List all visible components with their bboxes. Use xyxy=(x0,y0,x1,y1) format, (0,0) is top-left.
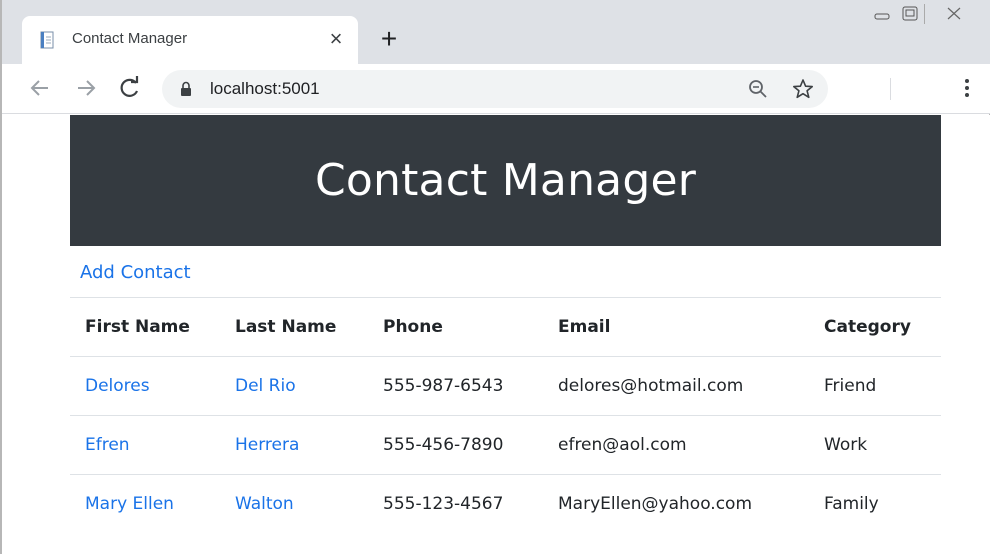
email-cell: MaryEllen@yahoo.com xyxy=(543,474,809,534)
category-cell: Family xyxy=(809,474,941,534)
window-controls xyxy=(868,4,990,28)
category-cell: Work xyxy=(809,415,941,475)
category-cell: Friend xyxy=(809,356,941,416)
table-row: Delores Del Rio 555-987-6543 delores@hot… xyxy=(70,356,941,416)
window-close-button[interactable] xyxy=(924,4,984,24)
column-header-email: Email xyxy=(543,297,809,357)
column-header-first-name: First Name xyxy=(70,297,220,357)
browser-window: Contact Manager × + localhost:5001 Conta… xyxy=(0,0,990,554)
first-name-link[interactable]: Delores xyxy=(85,376,150,396)
toolbar-divider xyxy=(890,78,891,100)
new-tab-button[interactable]: + xyxy=(376,25,402,53)
email-cell: delores@hotmail.com xyxy=(543,356,809,416)
last-name-cell: Walton xyxy=(220,474,368,534)
last-name-cell: Herrera xyxy=(220,415,368,475)
address-bar[interactable]: localhost:5001 xyxy=(162,70,828,108)
browser-toolbar: localhost:5001 xyxy=(2,64,990,114)
bookmark-star-icon[interactable] xyxy=(792,78,814,100)
tab-strip: Contact Manager × + xyxy=(2,0,990,64)
last-name-link[interactable]: Del Rio xyxy=(235,376,296,396)
restore-button[interactable] xyxy=(896,4,924,24)
last-name-link[interactable]: Herrera xyxy=(235,435,299,455)
forward-arrow-icon[interactable] xyxy=(72,74,100,102)
phone-cell: 555-123-4567 xyxy=(368,474,543,534)
reload-icon[interactable] xyxy=(116,74,144,102)
tab-title: Contact Manager xyxy=(72,30,188,47)
page-content: Contact Manager Add Contact First Name L… xyxy=(2,115,990,554)
page-title: Contact Manager xyxy=(314,155,697,206)
phone-cell: 555-456-7890 xyxy=(368,415,543,475)
minimize-button[interactable] xyxy=(868,4,896,24)
first-name-link[interactable]: Efren xyxy=(85,435,130,455)
table-row: Efren Herrera 555-456-7890 efren@aol.com… xyxy=(70,415,941,475)
column-header-category: Category xyxy=(809,297,941,357)
first-name-link[interactable]: Mary Ellen xyxy=(85,494,174,514)
url-text: localhost:5001 xyxy=(210,79,320,98)
contacts-table: First Name Last Name Phone Email Categor… xyxy=(70,297,941,534)
first-name-cell: Mary Ellen xyxy=(70,474,220,534)
column-header-phone: Phone xyxy=(368,297,543,357)
close-icon[interactable]: × xyxy=(324,27,348,51)
column-header-last-name: Last Name xyxy=(220,297,368,357)
last-name-link[interactable]: Walton xyxy=(235,494,294,514)
page-header: Contact Manager xyxy=(70,115,941,246)
table-row: Mary Ellen Walton 555-123-4567 MaryEllen… xyxy=(70,474,941,534)
document-icon xyxy=(38,31,56,49)
zoom-icon[interactable] xyxy=(748,79,768,99)
first-name-cell: Efren xyxy=(70,415,220,475)
back-arrow-icon[interactable] xyxy=(26,74,54,102)
last-name-cell: Del Rio xyxy=(220,356,368,416)
table-header-row: First Name Last Name Phone Email Categor… xyxy=(70,297,941,357)
lock-icon xyxy=(180,81,192,96)
phone-cell: 555-987-6543 xyxy=(368,356,543,416)
more-menu-icon[interactable] xyxy=(958,76,976,100)
first-name-cell: Delores xyxy=(70,356,220,416)
add-contact-link[interactable]: Add Contact xyxy=(80,262,191,283)
email-cell: efren@aol.com xyxy=(543,415,809,475)
tab-contact-manager[interactable]: Contact Manager × xyxy=(22,16,358,64)
